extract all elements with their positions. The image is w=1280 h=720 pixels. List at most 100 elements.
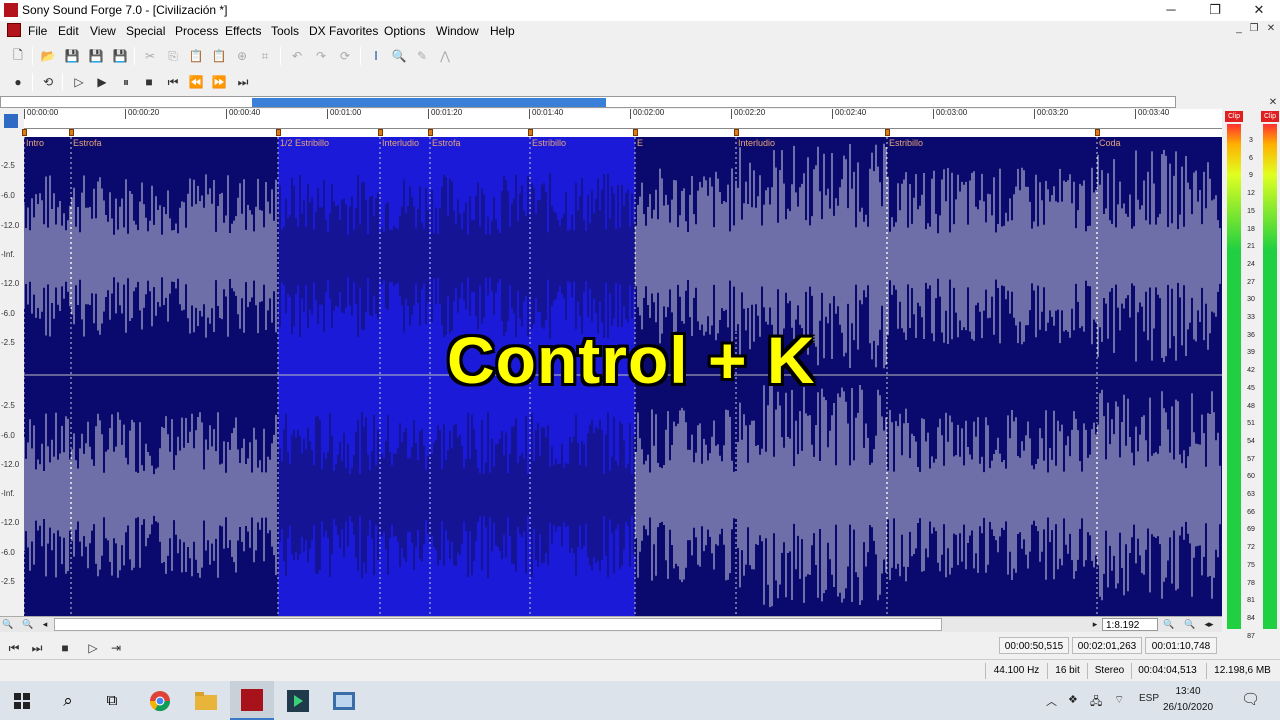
envelope-tool-icon[interactable]: ⋀ — [435, 46, 455, 66]
mdi-minimize-icon[interactable]: _ — [1232, 23, 1246, 37]
region-label[interactable]: Interludio — [382, 138, 419, 148]
network-disconnected-icon[interactable]: 🖧 — [1090, 693, 1102, 712]
close-button[interactable]: ✕ — [1236, 0, 1280, 21]
selection-length-time[interactable]: 00:01:10,748 — [1145, 637, 1217, 654]
stop-icon[interactable]: ■ — [139, 72, 159, 92]
clip-indicator-right[interactable]: Clip — [1261, 111, 1279, 122]
taskbar-file-explorer[interactable] — [184, 681, 228, 720]
status-bit-depth[interactable]: 16 bit — [1047, 663, 1087, 679]
menu-dx-favorites[interactable]: DX Favorites — [309, 24, 378, 38]
taskbar-sound-forge[interactable] — [230, 681, 274, 720]
doc-play-icon[interactable]: ▷ — [83, 638, 103, 658]
doc-go-to-start-icon[interactable]: ⏮ — [4, 638, 24, 658]
doc-play-mode-icon[interactable]: ⇥ — [106, 638, 126, 658]
region-label[interactable]: Coda — [1099, 138, 1121, 148]
region-label[interactable]: Estribillo — [532, 138, 566, 148]
overview-selection[interactable] — [252, 98, 606, 107]
region-marker-flag[interactable] — [885, 129, 890, 136]
paste-icon[interactable]: 📋 — [186, 46, 206, 66]
tray-overflow-icon[interactable]: ︿ — [1046, 693, 1057, 709]
paste-new-icon[interactable]: 📋 — [209, 46, 229, 66]
marker-bar[interactable] — [22, 129, 1222, 137]
zoom-time-in-icon[interactable]: 🔍 — [1162, 618, 1176, 631]
document-icon[interactable] — [7, 23, 21, 37]
doc-go-to-end-icon[interactable]: ⏭ — [27, 638, 47, 658]
mix-icon[interactable]: ⊕ — [232, 46, 252, 66]
selection-end-time[interactable]: 00:02:01,263 — [1072, 637, 1142, 654]
record-icon[interactable]: ● — [8, 72, 28, 92]
ruler-menu-icon[interactable] — [4, 114, 18, 128]
scroll-left-icon[interactable]: ◂ — [38, 618, 52, 631]
menu-view[interactable]: View — [90, 24, 116, 38]
menu-help[interactable]: Help — [490, 24, 515, 38]
save-icon[interactable]: 💾 — [62, 46, 82, 66]
trim-crop-icon[interactable]: ⌗ — [255, 46, 275, 66]
edit-tool-icon[interactable]: Ⅰ — [366, 46, 386, 66]
region-marker-flag[interactable] — [633, 129, 638, 136]
taskbar-image-app[interactable] — [322, 681, 366, 720]
repeat-icon[interactable]: ⟳ — [335, 46, 355, 66]
menu-tools[interactable]: Tools — [271, 24, 299, 38]
status-channels[interactable]: Stereo — [1087, 663, 1131, 679]
cut-icon[interactable]: ✂ — [140, 46, 160, 66]
play-icon[interactable]: ▶ — [92, 72, 112, 92]
maximize-button[interactable]: ❐ — [1192, 0, 1238, 21]
mdi-close-icon[interactable]: ✕ — [1264, 23, 1278, 37]
redo-icon[interactable]: ↷ — [311, 46, 331, 66]
forward-icon[interactable]: ⏩ — [209, 72, 229, 92]
zoom-in-icon[interactable]: 🔍 — [21, 618, 35, 631]
overview-bar[interactable] — [0, 96, 1176, 108]
rewind-icon[interactable]: ⏪ — [186, 72, 206, 92]
start-button[interactable] — [0, 681, 44, 720]
system-clock[interactable]: 13:40 26/10/2020 — [1160, 684, 1216, 716]
region-label[interactable]: Estrofa — [432, 138, 461, 148]
selection-start-time[interactable]: 00:00:50,515 — [999, 637, 1069, 654]
minimize-button[interactable]: ─ — [1148, 0, 1194, 21]
play-all-icon[interactable]: ▷ — [69, 72, 89, 92]
magnify-tool-icon[interactable]: 🔍 — [389, 46, 409, 66]
region-label[interactable]: E — [637, 138, 643, 148]
pause-icon[interactable]: ⏸ — [116, 72, 136, 92]
region-label[interactable]: Estribillo — [889, 138, 923, 148]
pencil-tool-icon[interactable]: ✎ — [412, 46, 432, 66]
region-label[interactable]: 1/2 Estribillo — [280, 138, 329, 148]
region-label[interactable]: Intro — [26, 138, 44, 148]
region-label[interactable]: Estrofa — [73, 138, 102, 148]
mdi-restore-icon[interactable]: ❐ — [1247, 23, 1261, 37]
scroll-both-icon[interactable]: ◂▸ — [1202, 618, 1216, 631]
region-marker-flag[interactable] — [1095, 129, 1100, 136]
region-marker-flag[interactable] — [22, 129, 27, 136]
region-marker-flag[interactable] — [428, 129, 433, 136]
scroll-right-icon[interactable]: ▸ — [1088, 618, 1102, 631]
new-file-icon[interactable]: 🗋 — [8, 46, 28, 66]
search-button[interactable]: ⌕ — [46, 681, 90, 720]
scrollbar-thumb[interactable] — [54, 618, 942, 631]
copy-icon[interactable]: ⎘ — [163, 46, 183, 66]
menu-special[interactable]: Special — [126, 24, 165, 38]
doc-stop-icon[interactable]: ■ — [55, 638, 75, 658]
horizontal-scrollbar[interactable]: 🔍 🔍 ◂ ▸ 1:8.192 🔍 🔍 ◂▸ — [0, 616, 1222, 632]
loop-icon[interactable]: ⟲ — [38, 72, 58, 92]
region-marker-flag[interactable] — [528, 129, 533, 136]
save-as-icon[interactable]: 💾 — [86, 46, 106, 66]
region-marker-flag[interactable] — [276, 129, 281, 136]
task-view-button[interactable]: ⧉ — [90, 681, 134, 720]
notifications-icon[interactable]: 🗨 — [1241, 690, 1260, 708]
zoom-out-icon[interactable]: 🔍 — [1, 618, 15, 631]
region-marker-flag[interactable] — [734, 129, 739, 136]
go-to-end-icon[interactable]: ⏭ — [233, 72, 253, 92]
region-marker-flag[interactable] — [378, 129, 383, 136]
taskbar-chrome[interactable] — [138, 681, 182, 720]
menu-edit[interactable]: Edit — [58, 24, 79, 38]
time-ruler[interactable]: 00:00:00 00:00:20 00:00:40 00:01:00 00:01:20… — [24, 109, 1222, 129]
menu-window[interactable]: Window — [436, 24, 479, 38]
menu-options[interactable]: Options — [384, 24, 425, 38]
region-label[interactable]: Interludio — [738, 138, 775, 148]
status-sample-rate[interactable]: 44.100 Hz — [985, 663, 1047, 679]
wifi-icon[interactable]: ⌔ — [1114, 693, 1124, 707]
go-to-start-icon[interactable]: ⏮ — [163, 72, 183, 92]
menu-process[interactable]: Process — [175, 24, 218, 38]
zoom-time-out-icon[interactable]: 🔍 — [1183, 618, 1197, 631]
undo-icon[interactable]: ↶ — [287, 46, 307, 66]
open-folder-icon[interactable]: 📂 — [38, 46, 58, 66]
